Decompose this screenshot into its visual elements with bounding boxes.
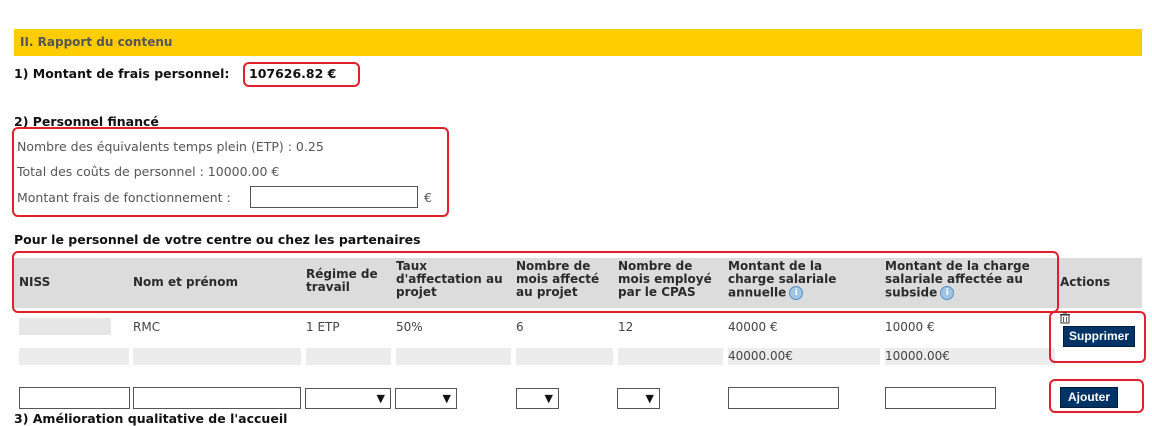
niss-blurred xyxy=(19,318,111,335)
cell-subside: 10000 € xyxy=(885,320,935,334)
cell-mois-employe: 12 xyxy=(618,320,634,334)
charge-input[interactable] xyxy=(728,387,839,409)
cell-nom: RMC xyxy=(133,320,161,334)
total-cell xyxy=(306,348,391,365)
header-highlight xyxy=(12,251,1059,313)
chevron-down-icon: ▼ xyxy=(376,392,385,405)
total-text: Total des coûts de personnel : 10000.00 … xyxy=(17,164,280,179)
total-cell xyxy=(396,348,511,365)
cell-taux: 50% xyxy=(396,320,423,334)
montant-row: 1) Montant de frais personnel: xyxy=(14,66,230,81)
currency-label: € xyxy=(424,190,432,205)
total-charge: 40000.00€ xyxy=(728,349,793,363)
total-cell xyxy=(618,348,723,365)
section-header: II. Rapport du contenu xyxy=(14,29,1142,56)
niss-input[interactable] xyxy=(19,387,130,409)
taux-select[interactable]: ▼ xyxy=(395,388,457,409)
etp-text: Nombre des équivalents temps plein (ETP)… xyxy=(17,139,324,154)
chevron-down-icon: ▼ xyxy=(645,392,654,405)
next-section-title: 3) Amélioration qualitative de l'accueil xyxy=(14,411,288,426)
cell-regime: 1 ETP xyxy=(306,320,340,334)
add-button[interactable]: Ajouter xyxy=(1060,387,1118,408)
total-cell xyxy=(133,348,301,365)
total-cell xyxy=(19,348,129,365)
fonctionnement-input[interactable] xyxy=(250,186,418,208)
mois-employe-select[interactable]: ▼ xyxy=(617,388,660,409)
chevron-down-icon: ▼ xyxy=(442,392,451,405)
regime-select[interactable]: ▼ xyxy=(305,388,391,409)
section-title: II. Rapport du contenu xyxy=(20,35,173,49)
total-subside: 10000.00€ xyxy=(885,349,950,363)
trash-icon[interactable] xyxy=(1059,312,1071,324)
mois-affecte-select[interactable]: ▼ xyxy=(516,388,559,409)
cell-charge: 40000 € xyxy=(728,320,778,334)
th-actions: Actions xyxy=(1060,275,1111,289)
cell-mois-affecte: 6 xyxy=(516,320,524,334)
table-caption: Pour le personnel de votre centre ou che… xyxy=(14,232,421,247)
montant-value: 107626.82 € xyxy=(249,66,337,81)
montant-label: 1) Montant de frais personnel xyxy=(14,66,225,81)
fonctionnement-label: Montant frais de fonctionnement : xyxy=(17,190,231,205)
total-cell xyxy=(516,348,613,365)
subside-input[interactable] xyxy=(885,387,996,409)
delete-button[interactable]: Supprimer xyxy=(1063,326,1135,347)
chevron-down-icon: ▼ xyxy=(544,392,553,405)
nom-input[interactable] xyxy=(133,387,301,409)
